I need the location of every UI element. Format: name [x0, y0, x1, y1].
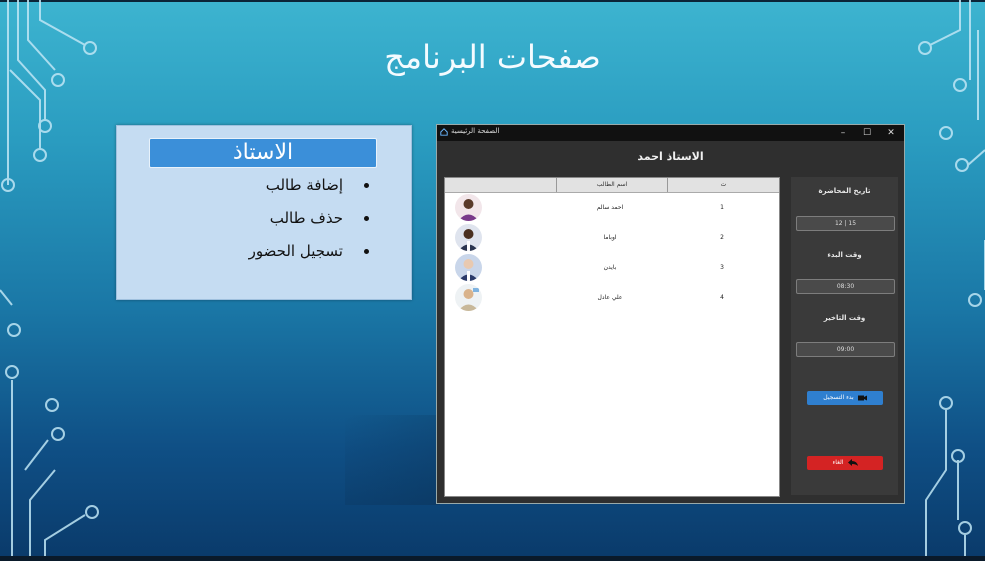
column-header-name[interactable]: اسم الطالب [556, 178, 667, 192]
minimize-button[interactable]: – [832, 126, 854, 140]
student-avatar [455, 194, 482, 221]
maximize-button[interactable]: ☐ [856, 126, 878, 140]
table-row[interactable]: علي عادل 4 [445, 284, 779, 314]
home-icon [440, 128, 448, 136]
student-name: اوباما [603, 234, 617, 241]
late-time-label: وقت التاخير [823, 314, 866, 322]
start-time-field[interactable]: 08:30 [796, 279, 895, 294]
start-time-label: وقت البدء [827, 251, 862, 259]
late-time-field[interactable]: 09:00 [796, 342, 895, 357]
app-window: الصفحة الرئيسية – ☐ ✕ الاستاذ احمد اسم ا… [436, 124, 905, 504]
student-number: 4 [720, 294, 724, 301]
student-list: اسم الطالب ت احمد سالم 1 اوباما 2 بايدن … [444, 177, 780, 497]
teacher-name-title: الاستاذ احمد [637, 150, 704, 163]
student-number: 3 [720, 264, 724, 271]
student-name: علي عادل [597, 294, 623, 301]
bullet-icon [364, 249, 369, 254]
app-header: الاستاذ احمد [437, 141, 904, 171]
camera-icon [857, 395, 867, 400]
feature-label: تسجيل الحضور [248, 242, 343, 260]
undo-icon [847, 459, 858, 466]
table-row[interactable]: بايدن 3 [445, 254, 779, 284]
feature-delete-student: حذف طالب [249, 209, 369, 242]
feature-add-student: إضافة طالب [249, 176, 369, 209]
session-sidebar: تاريخ المحاضرة 12 | 15 وقت البدء 08:30 و… [791, 177, 898, 495]
table-row[interactable]: احمد سالم 1 [445, 194, 779, 224]
student-avatar [455, 254, 482, 281]
student-avatar [455, 224, 482, 251]
teacher-feature-list: إضافة طالب حذف طالب تسجيل الحضور [249, 176, 369, 275]
bullet-icon [364, 183, 369, 188]
teacher-panel-heading: الاستاذ [149, 138, 377, 168]
bullet-icon [364, 216, 369, 221]
slide-title: صفحات البرنامج [384, 38, 601, 76]
window-titlebar[interactable]: الصفحة الرئيسية – ☐ ✕ [437, 125, 904, 141]
lecture-date-label: تاريخ المحاضرة [818, 187, 871, 195]
start-recording-label: بدء التسجيل [823, 394, 854, 401]
student-number: 1 [720, 204, 724, 211]
feature-label: إضافة طالب [265, 176, 343, 194]
teacher-panel: الاستاذ إضافة طالب حذف طالب تسجيل الحضور [116, 125, 412, 300]
student-name: احمد سالم [596, 204, 624, 211]
student-name: بايدن [603, 264, 617, 271]
close-button[interactable]: ✕ [880, 126, 902, 140]
window-title: الصفحة الرئيسية [451, 127, 500, 135]
start-recording-button[interactable]: بدء التسجيل [807, 391, 883, 405]
cancel-button[interactable]: الغاء [807, 456, 883, 470]
bottom-border [0, 556, 985, 561]
student-avatar [455, 284, 482, 311]
column-header-number[interactable]: ت [667, 178, 779, 192]
cancel-label: الغاء [832, 459, 844, 466]
table-row[interactable]: اوباما 2 [445, 224, 779, 254]
feature-attendance: تسجيل الحضور [249, 242, 369, 275]
student-list-header: اسم الطالب ت [445, 178, 779, 193]
student-number: 2 [720, 234, 724, 241]
decorative-shadow [345, 415, 440, 505]
feature-label: حذف طالب [269, 209, 343, 227]
lecture-date-field[interactable]: 12 | 15 [796, 216, 895, 231]
